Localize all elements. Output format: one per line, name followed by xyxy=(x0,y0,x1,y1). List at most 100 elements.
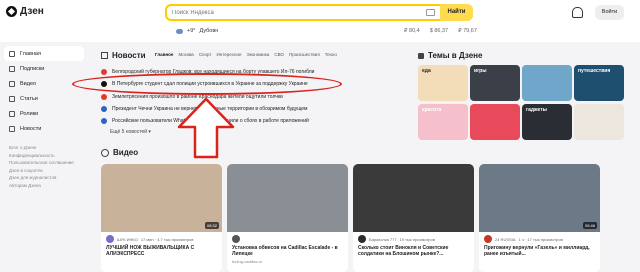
video-header: Видео xyxy=(101,148,138,157)
logo-text: Дзен xyxy=(20,6,44,17)
theme-tile[interactable]: еда xyxy=(418,65,468,101)
author-name: Барахолка 777 xyxy=(369,236,397,242)
sidebar-link[interactable]: Дзен для журналистов xyxy=(9,174,84,182)
theme-tile[interactable] xyxy=(470,104,520,140)
video-author[interactable]: Барахолка 777 19 тыс просмотров xyxy=(358,235,435,243)
search-button[interactable]: Найти xyxy=(440,4,473,21)
news-source-icon xyxy=(101,69,107,76)
rate: ₽ 79,67 xyxy=(458,28,477,34)
sidebar-item[interactable]: Подписки xyxy=(4,61,84,76)
news-tab[interactable]: Техно xyxy=(325,52,337,57)
video-duration: 08:32 xyxy=(204,222,219,229)
sidebar-item-label: Ролики xyxy=(20,110,39,117)
news-tab[interactable]: Происшествия xyxy=(289,52,320,57)
sidebar: Главная Подписки Видео Статьи Ролики Новости … xyxy=(4,46,84,189)
sidebar-item[interactable]: Статьи xyxy=(4,91,84,106)
news-icon xyxy=(9,125,15,132)
theme-tile[interactable]: гаджеты xyxy=(522,104,572,140)
video-thumbnail[interactable] xyxy=(227,164,348,232)
video-author[interactable]: ШУК ИНКО 17 мин · 4,7 тыс просмотров xyxy=(106,235,194,243)
avatar xyxy=(232,235,240,243)
dzen-logo[interactable]: Дзен xyxy=(6,6,44,17)
sidebar-item-label: Подписки xyxy=(20,65,45,72)
themes-header: Темы в Дзене xyxy=(418,51,482,60)
sidebar-link[interactable]: Блог о Дзене xyxy=(9,144,84,152)
news-tab[interactable]: Интересное xyxy=(216,52,241,57)
sidebar-item-label: Статьи xyxy=(20,95,38,102)
video-title-text[interactable]: ЛУЧШИЙ НОЖ ВЫЖИВАЛЬЩИКА С АЛИЭКСПРЕСС xyxy=(106,245,218,257)
rate: $ 86,37 xyxy=(429,28,449,34)
news-header: Новости xyxy=(101,51,146,60)
sidebar-item[interactable]: Ролики xyxy=(4,106,84,121)
video-thumbnail[interactable]: 08:32 xyxy=(101,164,222,232)
video-title[interactable]: Видео xyxy=(113,148,138,157)
news-item[interactable]: Российские пользователи WhatsApp и Viber… xyxy=(101,115,401,127)
theme-label: красота xyxy=(422,107,442,113)
video-author[interactable] xyxy=(232,235,246,243)
news-item[interactable]: Президент Чечни Украина не вернет утраче… xyxy=(101,103,401,115)
grid-icon xyxy=(418,52,424,59)
video-duration: 05:46 xyxy=(582,222,597,229)
annotation-oval xyxy=(72,73,342,95)
dzen-logo-icon xyxy=(6,6,17,17)
news-source-icon xyxy=(101,106,107,113)
play-icon xyxy=(101,148,109,157)
sidebar-link[interactable]: Конфиденциальность xyxy=(9,152,84,160)
video-icon xyxy=(9,80,15,87)
video-meta: 17 мин · 4,7 тыс просмотров xyxy=(140,236,194,242)
video-meta: 1 ч · 17 тыс просмотров xyxy=(518,236,563,242)
news-icon xyxy=(101,52,108,59)
video-title-text[interactable]: Установка обвесов на Cadillac Escalade -… xyxy=(232,245,344,257)
sidebar-item[interactable]: Новости xyxy=(4,121,84,136)
notifications-bell-icon[interactable] xyxy=(572,7,583,18)
news-tab[interactable]: Спорт xyxy=(199,52,212,57)
news-title[interactable]: Новости xyxy=(112,51,146,60)
video-card[interactable]: Барахолка 777 19 тыс просмотров Сколько ст… xyxy=(353,164,474,272)
theme-tile[interactable] xyxy=(522,65,572,101)
author-name: 24 RUSSIA xyxy=(495,236,516,242)
theme-label: гаджеты xyxy=(526,107,547,113)
sidebar-link[interactable]: Пользовательское соглашение xyxy=(9,159,84,167)
video-source: tuning-cadillac.ru xyxy=(232,259,263,264)
weather-widget[interactable]: +9° Дубовн xyxy=(176,28,218,34)
top-bar: Дзен Найти +9° Дубовн ₽ 80,4 $ 86,37 ₽ 7… xyxy=(0,0,640,42)
video-author[interactable]: 24 RUSSIA 1 ч · 17 тыс просмотров xyxy=(484,235,563,243)
avatar xyxy=(358,235,366,243)
theme-tile[interactable]: красота xyxy=(418,104,468,140)
search-input[interactable] xyxy=(172,6,422,19)
currency-rates: ₽ 80,4 $ 86,37 ₽ 79,67 xyxy=(404,28,477,34)
news-tab[interactable]: Экономика xyxy=(246,52,269,57)
avatar xyxy=(106,235,114,243)
login-button[interactable]: Войти xyxy=(595,5,624,20)
news-source-icon xyxy=(101,118,107,125)
news-tab[interactable]: Москва xyxy=(178,52,193,57)
news-tab[interactable]: СВО xyxy=(274,52,284,57)
video-card[interactable]: 05:46 24 RUSSIA 1 ч · 17 тыс просмотров При… xyxy=(479,164,600,272)
sidebar-item[interactable]: Главная xyxy=(4,46,84,61)
video-card[interactable]: 08:32 ШУК ИНКО 17 мин · 4,7 тыс просмотров… xyxy=(101,164,222,272)
theme-label: еда xyxy=(422,68,431,74)
sidebar-footer-links: Блог о Дзене Конфиденциальность Пользовате… xyxy=(4,144,84,189)
themes-title[interactable]: Темы в Дзене xyxy=(428,51,482,60)
keyboard-icon[interactable] xyxy=(426,9,435,16)
rate: ₽ 80,4 xyxy=(404,28,420,34)
video-thumbnail[interactable]: 05:46 xyxy=(479,164,600,232)
news-tab[interactable]: Главное xyxy=(155,52,173,57)
search-box[interactable]: Найти xyxy=(165,4,473,21)
video-meta: 19 тыс просмотров xyxy=(399,236,435,242)
theme-tile[interactable] xyxy=(574,104,624,140)
theme-label: игры xyxy=(474,68,487,74)
sidebar-link[interactable]: Дзен в соцсетях xyxy=(9,167,84,175)
theme-tile[interactable]: путешествия xyxy=(574,65,624,101)
shorts-icon xyxy=(9,110,15,117)
video-thumbnail[interactable] xyxy=(353,164,474,232)
video-title-text[interactable]: Пригожину вернули «Газель» и миллиард, р… xyxy=(484,245,596,257)
more-news-button[interactable]: Ещё 5 новостей ▾ xyxy=(110,129,151,135)
sidebar-link[interactable]: Авторам Дзена xyxy=(9,182,84,190)
news-source-icon xyxy=(101,93,107,100)
theme-tile[interactable]: игры xyxy=(470,65,520,101)
theme-label: путешествия xyxy=(578,68,611,74)
subscriptions-icon xyxy=(9,65,15,72)
video-card[interactable]: Установка обвесов на Cadillac Escalade -… xyxy=(227,164,348,272)
video-title-text[interactable]: Сколько стоит Винокля и Советские солдат… xyxy=(358,245,470,257)
